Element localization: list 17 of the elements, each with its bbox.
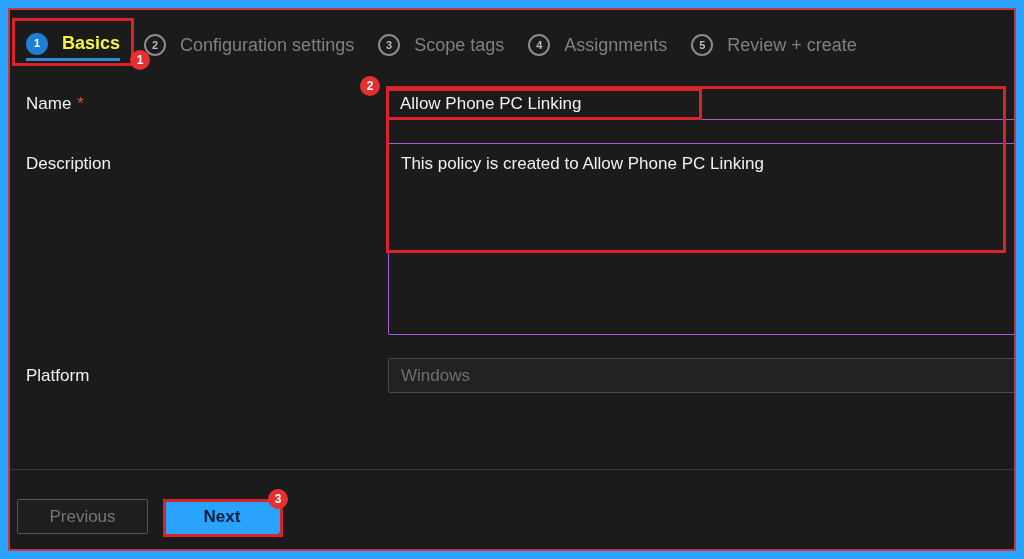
- callout-badge: 2: [360, 76, 380, 96]
- step-number: 3: [378, 34, 401, 56]
- callout-badge: 3: [268, 489, 288, 509]
- wizard-step-tab[interactable]: 5 Review + create: [691, 29, 857, 61]
- step-number: 4: [528, 34, 551, 56]
- wizard-step-tab[interactable]: 3 Scope tags: [378, 29, 505, 61]
- callout-badge: 1: [130, 50, 150, 70]
- name-field[interactable]: Allow Phone PC Linking: [388, 88, 1014, 120]
- description-field[interactable]: This policy is created to Allow Phone PC Linking: [388, 143, 1014, 335]
- field-label: Description: [26, 153, 112, 175]
- field-label: Platform: [26, 364, 90, 387]
- step-number: 1: [26, 32, 48, 55]
- wizard-step-tab[interactable]: 1 Basics: [26, 29, 121, 61]
- required-mark: *: [77, 93, 84, 116]
- step-number: 5: [691, 34, 714, 56]
- field-label: Name: [26, 93, 72, 116]
- wizard-step-tab[interactable]: 4 Assignments: [528, 29, 668, 61]
